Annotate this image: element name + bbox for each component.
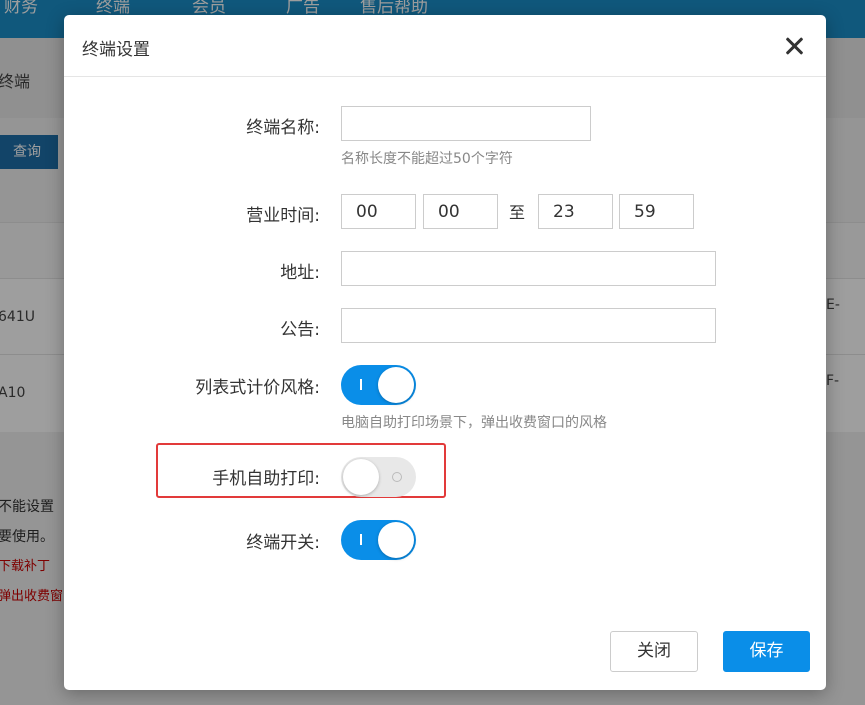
terminal-name-label: 终端名称: [246, 118, 320, 138]
toggle-on-mark-icon [360, 379, 362, 390]
toggle-knob [378, 522, 414, 558]
terminal-switch-toggle[interactable] [341, 520, 416, 560]
start-hour-input[interactable] [341, 194, 416, 229]
end-hour-input[interactable] [538, 194, 613, 229]
dialog-title: 终端设置 [82, 40, 150, 60]
toggle-on-mark-icon [360, 534, 362, 545]
hours-separator: 至 [509, 203, 526, 222]
list-price-style-toggle[interactable] [341, 365, 416, 405]
address-input[interactable] [341, 251, 716, 286]
mobile-self-print-label: 手机自助打印: [212, 469, 320, 489]
address-label: 地址: [280, 263, 320, 283]
notice-input[interactable] [341, 308, 716, 343]
dialog-header: 终端设置 [64, 15, 826, 77]
business-hours-label: 营业时间: [246, 206, 320, 226]
toggle-knob [378, 367, 414, 403]
save-button[interactable]: 保存 [723, 631, 810, 672]
notice-label: 公告: [280, 320, 320, 340]
start-minute-input[interactable] [423, 194, 498, 229]
list-price-style-label: 列表式计价风格: [195, 378, 320, 398]
terminal-name-help: 名称长度不能超过50个字符 [341, 151, 513, 167]
end-minute-input[interactable] [619, 194, 694, 229]
close-button[interactable]: 关闭 [610, 631, 698, 672]
mobile-self-print-toggle[interactable] [341, 457, 416, 497]
toggle-off-mark-icon [392, 472, 402, 482]
toggle-knob [343, 459, 379, 495]
terminal-name-input[interactable] [341, 106, 591, 141]
close-icon[interactable] [783, 35, 805, 57]
list-price-style-help: 电脑自助打印场景下，弹出收费窗口的风格 [341, 415, 607, 431]
terminal-switch-label: 终端开关: [246, 533, 320, 553]
terminal-settings-dialog: 终端设置 终端名称: 名称长度不能超过50个字符 营业时间: 至 地址: 公告:… [64, 15, 826, 690]
